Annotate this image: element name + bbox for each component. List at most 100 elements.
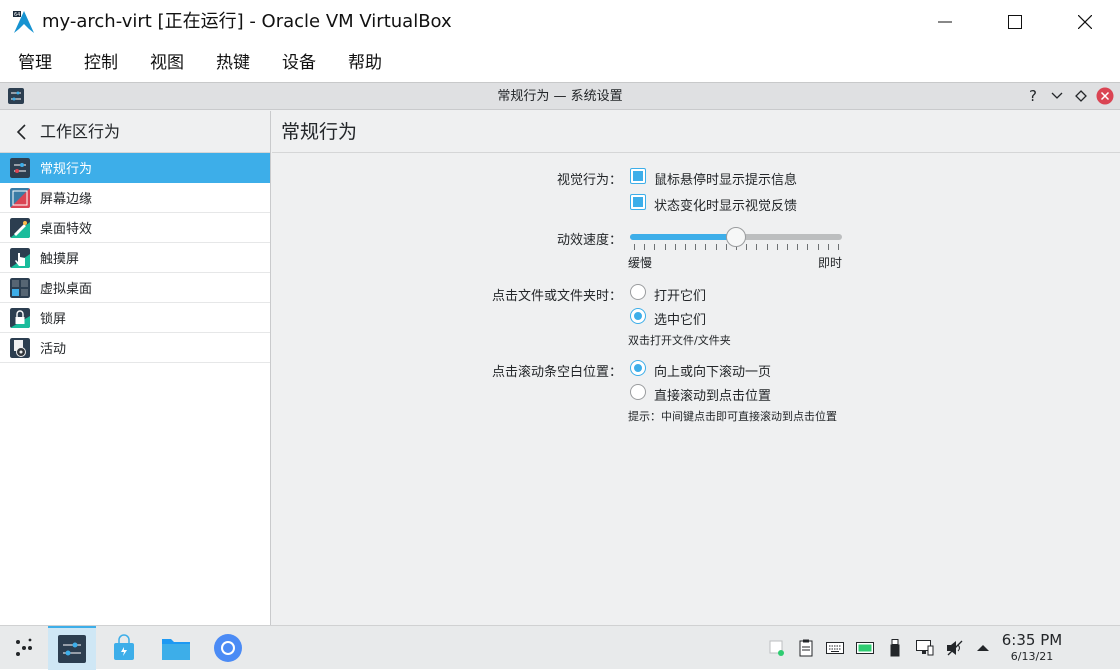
menu-hotkeys[interactable]: 热键: [216, 44, 250, 82]
content-header: 常规行为: [272, 111, 1120, 153]
scroll-to-position-label: 直接滚动到点击位置: [654, 389, 772, 404]
scroll-to-position-radio[interactable]: [630, 384, 646, 400]
virtualbox-menubar: 管理 控制 视图 热键 设备 帮助: [0, 44, 1120, 82]
settings-sidebar: 工作区行为 常规行为 屏幕边缘 桌面特效 触摸屏 虚拟桌面 锁屏 活动: [0, 111, 271, 626]
animation-speed-slider[interactable]: [630, 227, 842, 253]
slider-tick: [746, 244, 748, 250]
close-button[interactable]: [1050, 0, 1120, 44]
volume-muted-icon[interactable]: [946, 639, 964, 657]
minimize-button[interactable]: [910, 0, 980, 44]
sidebar-item-label: 活动: [40, 342, 67, 357]
menu-devices[interactable]: 设备: [282, 44, 316, 82]
settings-window-title: 常规行为 — 系统设置: [497, 89, 623, 104]
system-settings-icon: [58, 635, 86, 663]
sidebar-item-general-behavior[interactable]: 常规行为: [0, 153, 270, 183]
open-them-label: 打开它们: [654, 289, 707, 304]
sidebar-item-label: 锁屏: [40, 312, 67, 327]
sidebar-item-label: 常规行为: [40, 162, 93, 177]
task-chromium[interactable]: [204, 626, 252, 670]
tooltip-on-hover-checkbox[interactable]: [630, 168, 646, 184]
general-behavior-icon: [10, 157, 30, 178]
slider-tick: [664, 244, 666, 250]
tray-expand-arrow-icon[interactable]: [974, 639, 992, 657]
slider-max-label: 即时: [818, 256, 843, 270]
shopping-bag-icon: [114, 634, 134, 660]
help-button[interactable]: ?: [1025, 87, 1043, 105]
menu-control[interactable]: 控制: [84, 44, 118, 82]
menu-manage[interactable]: 管理: [18, 44, 52, 82]
open-them-radio[interactable]: [630, 284, 646, 300]
sidebar-item-label: 屏幕边缘: [40, 192, 93, 207]
sidebar-item-virtual-desktops[interactable]: 虚拟桌面: [0, 273, 270, 303]
task-discover[interactable]: [100, 626, 148, 670]
clock-date[interactable]: 6/13/21: [996, 650, 1068, 663]
maximize-icon: [1008, 15, 1022, 29]
slider-tick: [715, 244, 717, 250]
diamond-icon: [1075, 90, 1087, 102]
keyboard-icon[interactable]: [826, 639, 844, 657]
chromium-icon: [214, 634, 242, 662]
battery-icon[interactable]: [856, 639, 874, 657]
sidebar-item-desktop-effects[interactable]: 桌面特效: [0, 213, 270, 243]
double-click-hint: 双击打开文件/文件夹: [628, 334, 731, 347]
usb-device-icon[interactable]: [886, 639, 904, 657]
back-arrow-icon[interactable]: [14, 123, 30, 141]
animation-speed-label: 动效速度：: [556, 233, 622, 248]
question-icon: ?: [1029, 88, 1037, 104]
network-indicator-icon[interactable]: [768, 639, 786, 657]
virtual-desktops-icon: [10, 277, 30, 298]
slider-tick: [817, 244, 819, 250]
display-icon[interactable]: [916, 639, 934, 657]
activities-icon: [10, 337, 30, 358]
scroll-page-radio[interactable]: [630, 360, 646, 376]
clock-time[interactable]: 6:35 PM: [996, 631, 1068, 649]
virtualbox-titlebar: 64 my-arch-virt [正在运行] - Oracle VM Virtu…: [0, 0, 1120, 44]
settings-titlebar: 常规行为 — 系统设置 ?: [0, 83, 1120, 110]
slider-tick: [634, 244, 635, 250]
svg-text:64: 64: [14, 12, 20, 18]
slider-tick: [654, 244, 656, 250]
slider-handle[interactable]: [726, 227, 746, 247]
lock-screen-icon: [10, 307, 30, 328]
slider-min-label: 缓慢: [628, 256, 653, 270]
sidebar-item-activities[interactable]: 活动: [0, 333, 270, 363]
sidebar-item-lock-screen[interactable]: 锁屏: [0, 303, 270, 333]
slider-tick: [787, 244, 788, 250]
sidebar-item-label: 桌面特效: [40, 222, 93, 237]
minimize-settings-button[interactable]: [1048, 87, 1066, 105]
desktop-effects-icon: [10, 217, 30, 238]
slider-tick: [756, 244, 758, 250]
tooltip-on-hover-label: 鼠标悬停时显示提示信息: [654, 173, 798, 188]
close-icon: [1096, 87, 1114, 105]
page-title: 常规行为: [281, 121, 358, 143]
minimize-icon: [938, 21, 952, 23]
sidebar-item-screen-edges[interactable]: 屏幕边缘: [0, 183, 270, 213]
slider-tick: [725, 244, 727, 250]
visual-feedback-label: 状态变化时显示视觉反馈: [654, 199, 798, 214]
menu-help[interactable]: 帮助: [348, 44, 382, 82]
window-title: my-arch-virt [正在运行] - Oracle VM VirtualB…: [42, 11, 452, 32]
application-launcher-button[interactable]: [0, 626, 48, 670]
click-files-label: 点击文件或文件夹时：: [491, 289, 622, 304]
slider-tick: [838, 244, 839, 250]
sidebar-header-label: 工作区行为: [40, 122, 121, 141]
task-file-manager[interactable]: [152, 626, 200, 670]
screen-edges-icon: [10, 187, 30, 208]
sidebar-header: 工作区行为: [0, 111, 270, 153]
sidebar-item-touch-screen[interactable]: 触摸屏: [0, 243, 270, 273]
slider-tick: [685, 244, 686, 250]
task-system-settings[interactable]: [48, 626, 96, 670]
maximize-settings-button[interactable]: [1072, 87, 1090, 105]
visual-feedback-checkbox[interactable]: [630, 194, 646, 210]
menu-view[interactable]: 视图: [150, 44, 184, 82]
select-them-label: 选中它们: [654, 313, 707, 328]
clipboard-icon[interactable]: [797, 639, 815, 657]
sidebar-item-label: 虚拟桌面: [40, 282, 93, 297]
select-them-radio[interactable]: [630, 308, 646, 324]
guest-screen: 常规行为 — 系统设置 ? 工作区行为 常规行为 屏幕边缘 桌面特效 触摸屏 虚…: [0, 82, 1120, 626]
close-settings-button[interactable]: [1096, 87, 1114, 105]
maximize-button[interactable]: [980, 0, 1050, 44]
sidebar-list: 常规行为 屏幕边缘 桌面特效 触摸屏 虚拟桌面 锁屏 活动: [0, 153, 270, 363]
slider-tick: [695, 244, 697, 250]
middle-click-hint: 提示：中间键点击即可直接滚动到点击位置: [628, 410, 837, 423]
